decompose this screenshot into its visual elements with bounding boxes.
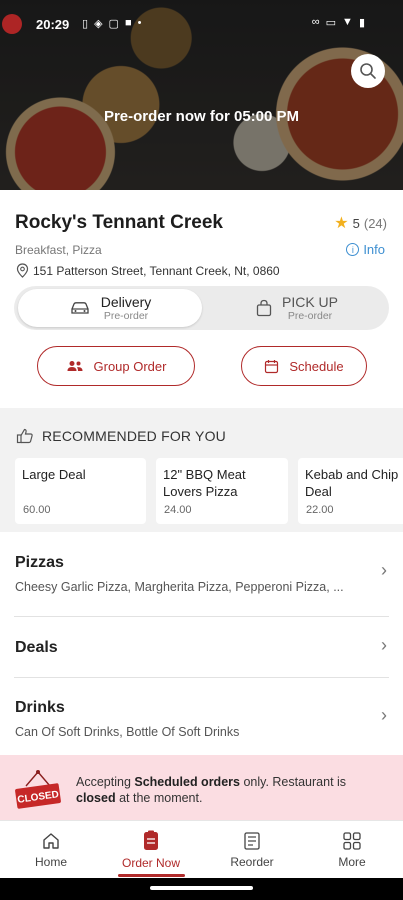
status-bar: 20:29 ▯ ◈ ▢ ■ • ∞ ▭ ▼ ▮	[0, 0, 403, 50]
recommended-title: RECOMMENDED FOR YOU	[42, 428, 226, 444]
link-icon: ∞	[311, 16, 320, 28]
search-icon	[360, 63, 376, 79]
schedule-button[interactable]: Schedule	[241, 346, 367, 386]
nav-home[interactable]: Home	[1, 821, 101, 879]
closed-banner: CLOSED Accepting Scheduled orders only. …	[0, 755, 403, 820]
recommended-section: RECOMMENDED FOR YOU Large Deal 60.00 12"…	[0, 408, 403, 532]
cast-icon: ▭	[325, 17, 337, 29]
chevron-right-icon: ›	[381, 635, 387, 655]
more-dot-icon: •	[137, 17, 142, 29]
calendar-icon	[265, 359, 279, 373]
category-desc: Can Of Soft Drinks, Bottle Of Soft Drink…	[15, 725, 240, 739]
info-label: Info	[363, 242, 385, 257]
rating-value: 5	[352, 215, 360, 231]
nav-reorder-label: Reorder	[230, 855, 274, 869]
app-icon: ■	[124, 17, 132, 29]
closed-text-bold: Scheduled orders	[134, 775, 240, 789]
home-gesture-handle[interactable]	[150, 886, 253, 890]
category-pizzas[interactable]: Pizzas Cheesy Garlic Pizza, Margherita P…	[0, 532, 403, 616]
address-text: 151 Patterson Street, Tennant Creek, Nt,…	[33, 263, 280, 278]
category-desc: Cheesy Garlic Pizza, Margherita Pizza, P…	[15, 580, 344, 594]
notification-icon: ▯	[82, 18, 89, 30]
category-title: Deals	[15, 639, 58, 656]
location-pin-icon	[16, 263, 29, 278]
order-mode-toggle: Delivery Pre-order PICK UP Pre-order	[14, 286, 389, 330]
nav-order-now-label: Order Now	[121, 856, 180, 870]
closed-sign-icon: CLOSED	[15, 770, 61, 809]
cuisine-text: Breakfast, Pizza	[15, 243, 102, 257]
status-right-icons: ∞ ▭ ▼ ▮	[312, 16, 365, 29]
category-deals[interactable]: Deals ›	[0, 617, 403, 677]
item-price: 22.00	[306, 504, 334, 516]
restaurant-name: Rocky's Tennant Creek	[15, 212, 223, 233]
nav-home-label: Home	[34, 855, 67, 869]
reorder-icon	[244, 832, 260, 850]
recommended-item[interactable]: Kebab and Chip Deal 22.00	[298, 458, 403, 524]
recommended-item[interactable]: 12" BBQ Meat Lovers Pizza 24.00	[156, 458, 288, 524]
rating-count: (24)	[363, 215, 387, 231]
closed-text-part: only. Restaurant is	[239, 775, 347, 789]
group-order-button[interactable]: Group Order	[37, 346, 195, 386]
system-nav-bar	[0, 878, 403, 900]
item-name: 12" BBQ Meat Lovers Pizza	[163, 467, 246, 499]
address: 151 Patterson Street, Tennant Creek, Nt,…	[16, 263, 280, 278]
closed-text-bold: closed	[76, 791, 116, 805]
status-time: 20:29	[36, 17, 70, 32]
nav-reorder[interactable]: Reorder	[202, 821, 302, 879]
hero-banner: 20:29 ▯ ◈ ▢ ■ • ∞ ▭ ▼ ▮ Pre-order now fo…	[0, 0, 403, 190]
category-title: Pizzas	[15, 554, 64, 571]
car-icon	[71, 302, 89, 314]
closed-text-part: Accepting	[76, 775, 135, 789]
recommended-item[interactable]: Large Deal 60.00	[15, 458, 146, 524]
order-now-icon	[144, 830, 158, 850]
info-link[interactable]: i Info	[346, 242, 385, 257]
star-icon: ★	[334, 215, 349, 232]
bottom-nav: Home Order Now Reorder More	[0, 820, 403, 878]
recommended-heading: RECOMMENDED FOR YOU	[16, 428, 226, 444]
schedule-label: Schedule	[289, 358, 344, 374]
nav-more-label: More	[338, 855, 366, 869]
chevron-right-icon: ›	[381, 705, 387, 725]
status-left-icons: ▯ ◈ ▢ ■ •	[82, 17, 141, 30]
pickup-sub: Pre-order	[287, 310, 333, 323]
pickup-title: PICK UP	[281, 293, 338, 310]
screenshot-icon: ▢	[108, 18, 119, 30]
item-name: Kebab and Chip Deal	[305, 467, 399, 499]
delivery-sub: Pre-order	[103, 310, 149, 323]
group-order-label: Group Order	[93, 358, 167, 374]
chevron-right-icon: ›	[381, 560, 387, 580]
wifi-icon: ▼	[342, 16, 353, 28]
nav-more[interactable]: More	[302, 821, 402, 879]
app-notification-dot	[2, 14, 22, 34]
shopping-bag-icon	[256, 299, 272, 317]
delivery-option[interactable]: Delivery Pre-order	[18, 289, 202, 327]
item-name: Large Deal	[22, 467, 86, 482]
nav-order-now[interactable]: Order Now	[101, 821, 201, 879]
info-icon: i	[346, 243, 360, 256]
group-icon	[67, 361, 82, 371]
rating: ★ 5 (24)	[334, 213, 387, 233]
pickup-option[interactable]: PICK UP Pre-order	[209, 289, 385, 327]
preorder-text: Pre-order now for 05:00 PM	[103, 108, 300, 125]
closed-text-part: at the moment.	[115, 791, 203, 805]
search-button[interactable]	[351, 54, 385, 88]
delivery-title: Delivery	[100, 293, 152, 310]
category-drinks[interactable]: Drinks Can Of Soft Drinks, Bottle Of Sof…	[0, 678, 403, 755]
grid-icon	[343, 832, 361, 850]
item-price: 24.00	[164, 504, 192, 516]
item-price: 60.00	[23, 504, 51, 516]
thumbs-up-icon	[16, 428, 33, 444]
closed-message: Accepting Scheduled orders only. Restaur…	[76, 774, 376, 806]
home-icon	[43, 833, 59, 849]
vpn-icon: ◈	[94, 18, 103, 30]
battery-icon: ▮	[358, 17, 365, 29]
category-title: Drinks	[15, 699, 65, 716]
